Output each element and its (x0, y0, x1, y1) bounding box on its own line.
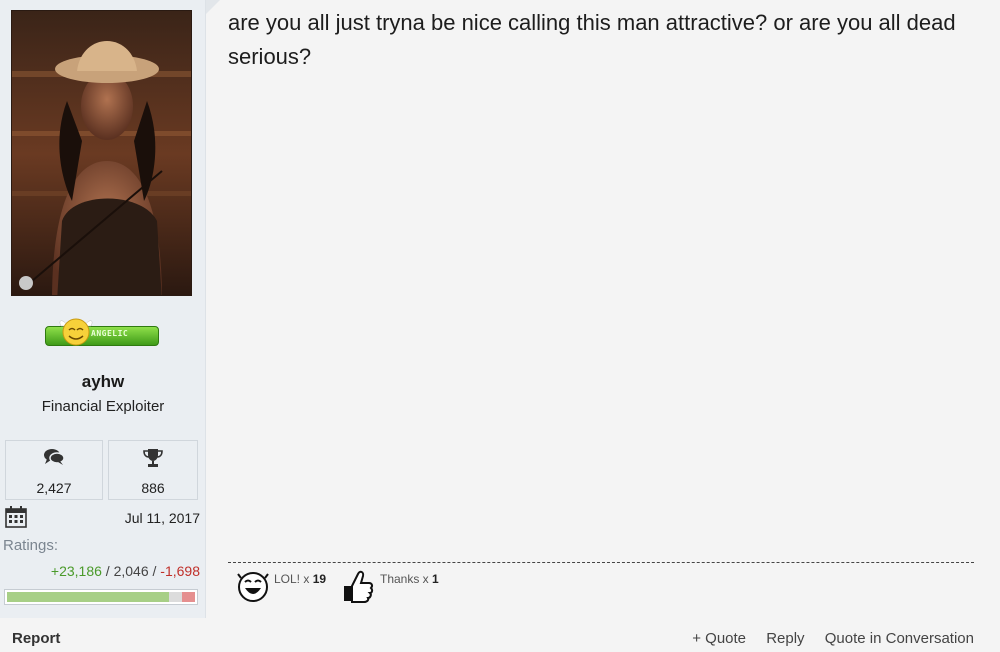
report-link[interactable]: Report (12, 630, 60, 647)
quote-in-conversation-link[interactable]: Quote in Conversation (825, 630, 974, 647)
messages-stat[interactable]: 2,427 (5, 440, 103, 500)
ratings-separator: / (101, 563, 114, 579)
rating-bar-neutral (168, 592, 182, 602)
message-user-sidebar: ANGELIC ayhw Financial Exploiter 2,427 8… (0, 0, 206, 618)
ratings-positive: +23,186 (50, 563, 102, 579)
thumbs-up-icon (344, 570, 374, 603)
laugh-icon (237, 572, 269, 602)
reactions-divider (228, 562, 974, 563)
rating-bar (4, 589, 198, 605)
post-footer: Report + Quote Reply Quote in Conversati… (0, 618, 1000, 652)
ratings-label: Ratings: (3, 537, 59, 554)
user-badge: ANGELIC (43, 312, 161, 350)
reply-link[interactable]: Reply (766, 630, 804, 647)
rating-bar-positive (7, 592, 169, 602)
sidebar-arrow (206, 0, 220, 14)
ratings-negative: -1,698 (160, 563, 200, 579)
ratings-neutral: 2,046 (113, 563, 149, 579)
comments-icon (6, 448, 102, 471)
user-title: Financial Exploiter (41, 398, 165, 415)
ratings-values: +23,186 / 2,046 / -1,698 (0, 563, 200, 579)
angel-smiley-icon (59, 318, 93, 346)
joined-date: Jul 11, 2017 (124, 510, 200, 526)
reaction-thanks-label: Thanks x 1 (380, 572, 439, 586)
messages-count: 2,427 (36, 480, 72, 496)
username[interactable]: ayhw (0, 372, 206, 392)
trophies-count: 886 (141, 480, 165, 496)
post-message: are you all just tryna be nice calling t… (228, 10, 956, 69)
rating-bar-negative (181, 592, 195, 602)
post-actions: + Quote Reply Quote in Conversation (676, 630, 974, 647)
badge-label: ANGELIC (91, 329, 129, 338)
quote-link[interactable]: + Quote (692, 630, 746, 647)
reaction-lol-label: LOL! x 19 (274, 572, 327, 586)
calendar-icon (5, 506, 27, 528)
trophy-icon (109, 448, 197, 473)
trophies-stat[interactable]: 886 (108, 440, 198, 500)
user-avatar[interactable] (11, 10, 192, 296)
ratings-separator: / (148, 563, 161, 579)
